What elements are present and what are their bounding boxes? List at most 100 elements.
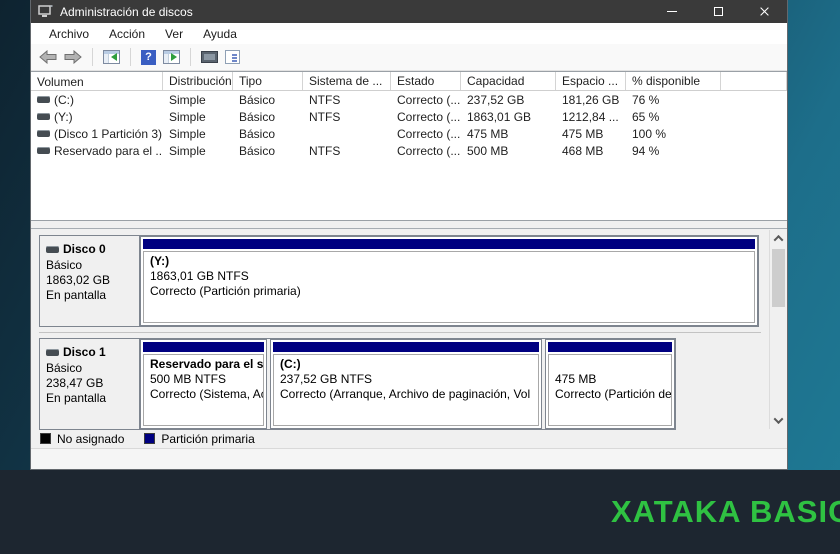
partition-label: (Y:): [150, 254, 170, 268]
pane-splitter[interactable]: [31, 221, 787, 229]
disk-size: 1863,02 GB: [46, 273, 111, 287]
partition-size: 500 MB NTFS: [150, 372, 227, 386]
disk-status: En pantalla: [46, 391, 107, 405]
scroll-down-button[interactable]: [770, 412, 787, 429]
console-tree-button[interactable]: [103, 50, 120, 64]
maximize-icon: [713, 7, 723, 16]
primary-partition-color-bar: [143, 342, 264, 352]
column-header-capacidad[interactable]: Capacidad: [461, 72, 556, 90]
chevron-down-icon: [773, 414, 783, 425]
cell-tipo: Básico: [239, 143, 276, 158]
window-title: Administración de discos: [60, 4, 193, 19]
cell-sistema: NTFS: [309, 143, 341, 158]
toolbar-separator: [130, 48, 131, 66]
console-tree-icon: [103, 50, 120, 64]
disk-icon: [37, 113, 50, 120]
maximize-button[interactable]: [695, 0, 741, 23]
disk-0-row: Disco 0 Básico 1863,02 GB En pantalla (Y…: [39, 235, 759, 327]
disk-icon: [37, 130, 50, 137]
cell-espacio: 475 MB: [562, 126, 604, 141]
partition-size: 237,52 GB NTFS: [280, 372, 373, 386]
partition-y[interactable]: (Y:) 1863,01 GB NTFS Correcto (Partición…: [140, 236, 758, 326]
vertical-scrollbar[interactable]: [769, 230, 786, 429]
back-button[interactable]: [39, 50, 57, 64]
legend-label: No asignado: [57, 431, 125, 446]
cell-tipo: Básico: [239, 109, 276, 124]
volume-list-pane: Volumen Distribución Tipo Sistema de ...…: [31, 71, 787, 221]
brand-logo: XATAKA BASICS: [598, 486, 840, 538]
primary-partition-color-bar: [273, 342, 539, 352]
primary-partition-color-bar: [143, 239, 755, 249]
cell-distribucion: Simple: [169, 92, 206, 107]
volume-row-y[interactable]: (Y:) Simple Básico NTFS Correcto (... 18…: [31, 108, 787, 125]
cell-disponible: 76 %: [632, 92, 660, 107]
disk-name: Disco 1: [63, 345, 106, 359]
device-view-button[interactable]: [201, 51, 218, 63]
legend-unallocated: No asignado: [40, 432, 124, 446]
close-button[interactable]: [741, 0, 787, 23]
scroll-up-button[interactable]: [770, 230, 787, 247]
column-header-distribucion[interactable]: Distribución: [163, 72, 233, 90]
minimize-button[interactable]: [649, 0, 695, 23]
disk-0-label[interactable]: Disco 0 Básico 1863,02 GB En pantalla: [40, 236, 140, 326]
action-pane-icon: [163, 50, 180, 64]
disk-1-row: Disco 1 Básico 238,47 GB En pantalla Res…: [39, 338, 676, 430]
partition-status: Correcto (Partición primaria): [150, 284, 301, 298]
status-bar: [31, 449, 787, 469]
partition-label: [555, 357, 671, 372]
partition-status: Correcto (Partición de: [555, 387, 672, 401]
disk-name: Disco 0: [63, 242, 106, 256]
partition-label: Reservado para el sist: [150, 357, 264, 371]
column-header-tipo[interactable]: Tipo: [233, 72, 303, 90]
title-bar[interactable]: Administración de discos: [31, 0, 787, 23]
column-header-sistema[interactable]: Sistema de ...: [303, 72, 391, 90]
volume-row-c[interactable]: (C:) Simple Básico NTFS Correcto (... 23…: [31, 91, 787, 108]
partition-size: 1863,01 GB NTFS: [150, 269, 249, 283]
menu-archivo[interactable]: Archivo: [39, 25, 99, 43]
partition-size: 475 MB: [555, 372, 597, 386]
cell-disponible: 94 %: [632, 143, 660, 158]
disk-1-label[interactable]: Disco 1 Básico 238,47 GB En pantalla: [40, 339, 140, 429]
column-header-estado[interactable]: Estado: [391, 72, 461, 90]
help-icon: ?: [141, 49, 156, 65]
column-header-volumen[interactable]: Volumen: [31, 72, 163, 90]
partition-reservado[interactable]: Reservado para el sist 500 MB NTFS Corre…: [140, 339, 267, 429]
partition-c[interactable]: (C:) 237,52 GB NTFS Correcto (Arranque, …: [270, 339, 542, 429]
volume-row-particion3[interactable]: (Disco 1 Partición 3) Simple Básico Corr…: [31, 125, 787, 142]
cell-disponible: 100 %: [632, 126, 667, 141]
cell-sistema: NTFS: [309, 92, 341, 107]
cell-capacidad: 475 MB: [467, 126, 509, 141]
disk-status: En pantalla: [46, 288, 107, 302]
cell-estado: Correcto (...: [397, 109, 461, 124]
back-arrow-icon: [39, 50, 57, 64]
unallocated-swatch: [40, 433, 51, 444]
menu-accion[interactable]: Acción: [99, 25, 155, 43]
volume-table-header: Volumen Distribución Tipo Sistema de ...…: [31, 72, 787, 91]
toolbar: ?: [31, 44, 787, 71]
menu-ver[interactable]: Ver: [155, 25, 193, 43]
column-header-disponible[interactable]: % disponible: [626, 72, 721, 90]
disk-type: Básico: [46, 258, 83, 272]
properties-button[interactable]: [225, 50, 240, 64]
volume-row-reservado[interactable]: Reservado para el ... Simple Básico NTFS…: [31, 142, 787, 159]
scrollbar-thumb[interactable]: [771, 249, 785, 307]
action-pane-button[interactable]: [163, 50, 180, 64]
cell-tipo: Básico: [239, 126, 276, 141]
volume-name: (C:): [54, 92, 74, 107]
menu-ayuda[interactable]: Ayuda: [193, 25, 247, 43]
legend-label: Partición primaria: [161, 431, 255, 446]
cell-disponible: 65 %: [632, 109, 660, 124]
volume-name: (Disco 1 Partición 3): [54, 126, 163, 141]
cell-capacidad: 500 MB: [467, 143, 509, 158]
forward-button[interactable]: [64, 50, 82, 64]
cell-distribucion: Simple: [169, 109, 206, 124]
disk-icon: [46, 348, 59, 356]
cell-distribucion: Simple: [169, 143, 206, 158]
partition-recovery[interactable]: 475 MB Correcto (Partición de: [545, 339, 675, 429]
disk-separator: [39, 332, 761, 333]
minimize-icon: [667, 11, 677, 12]
help-button[interactable]: ?: [141, 49, 156, 65]
disk-icon: [46, 245, 59, 253]
column-header-espacio[interactable]: Espacio ...: [556, 72, 626, 90]
disk-icon: [37, 96, 50, 103]
